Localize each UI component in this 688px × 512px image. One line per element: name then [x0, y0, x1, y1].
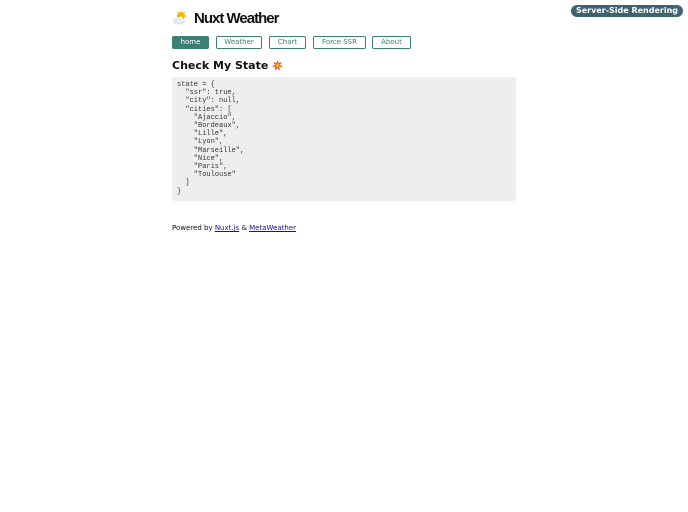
nuxtjs-link[interactable]: Nuxt.js	[215, 224, 239, 232]
page-title: Check My State	[172, 58, 269, 72]
footer-separator: &	[241, 224, 247, 232]
sun-behind-cloud-icon	[173, 10, 187, 25]
footer: Powered by Nuxt.js & MetaWeather	[172, 224, 296, 234]
metaweather-link[interactable]: MetaWeather	[249, 224, 296, 232]
nav-force-ssr-button[interactable]: Force SSR	[313, 36, 366, 49]
nav-weather-button[interactable]: Weather	[216, 36, 262, 49]
page-heading: Check My State	[172, 58, 284, 72]
footer-prefix: Powered by	[172, 224, 213, 232]
state-json: state = { "ssr": true, "city": null, "ci…	[177, 81, 245, 196]
collision-icon	[272, 59, 284, 71]
nav-home-button[interactable]: home	[172, 36, 209, 49]
nav-about-button[interactable]: About	[372, 36, 411, 49]
state-code-block: state = { "ssr": true, "city": null, "ci…	[172, 77, 516, 201]
app-title: Nuxt Weather	[194, 9, 279, 27]
nav-chart-button[interactable]: Chart	[269, 36, 306, 49]
ssr-badge: Server-Side Rendering	[570, 5, 683, 17]
brand[interactable]: Nuxt Weather	[172, 8, 279, 28]
